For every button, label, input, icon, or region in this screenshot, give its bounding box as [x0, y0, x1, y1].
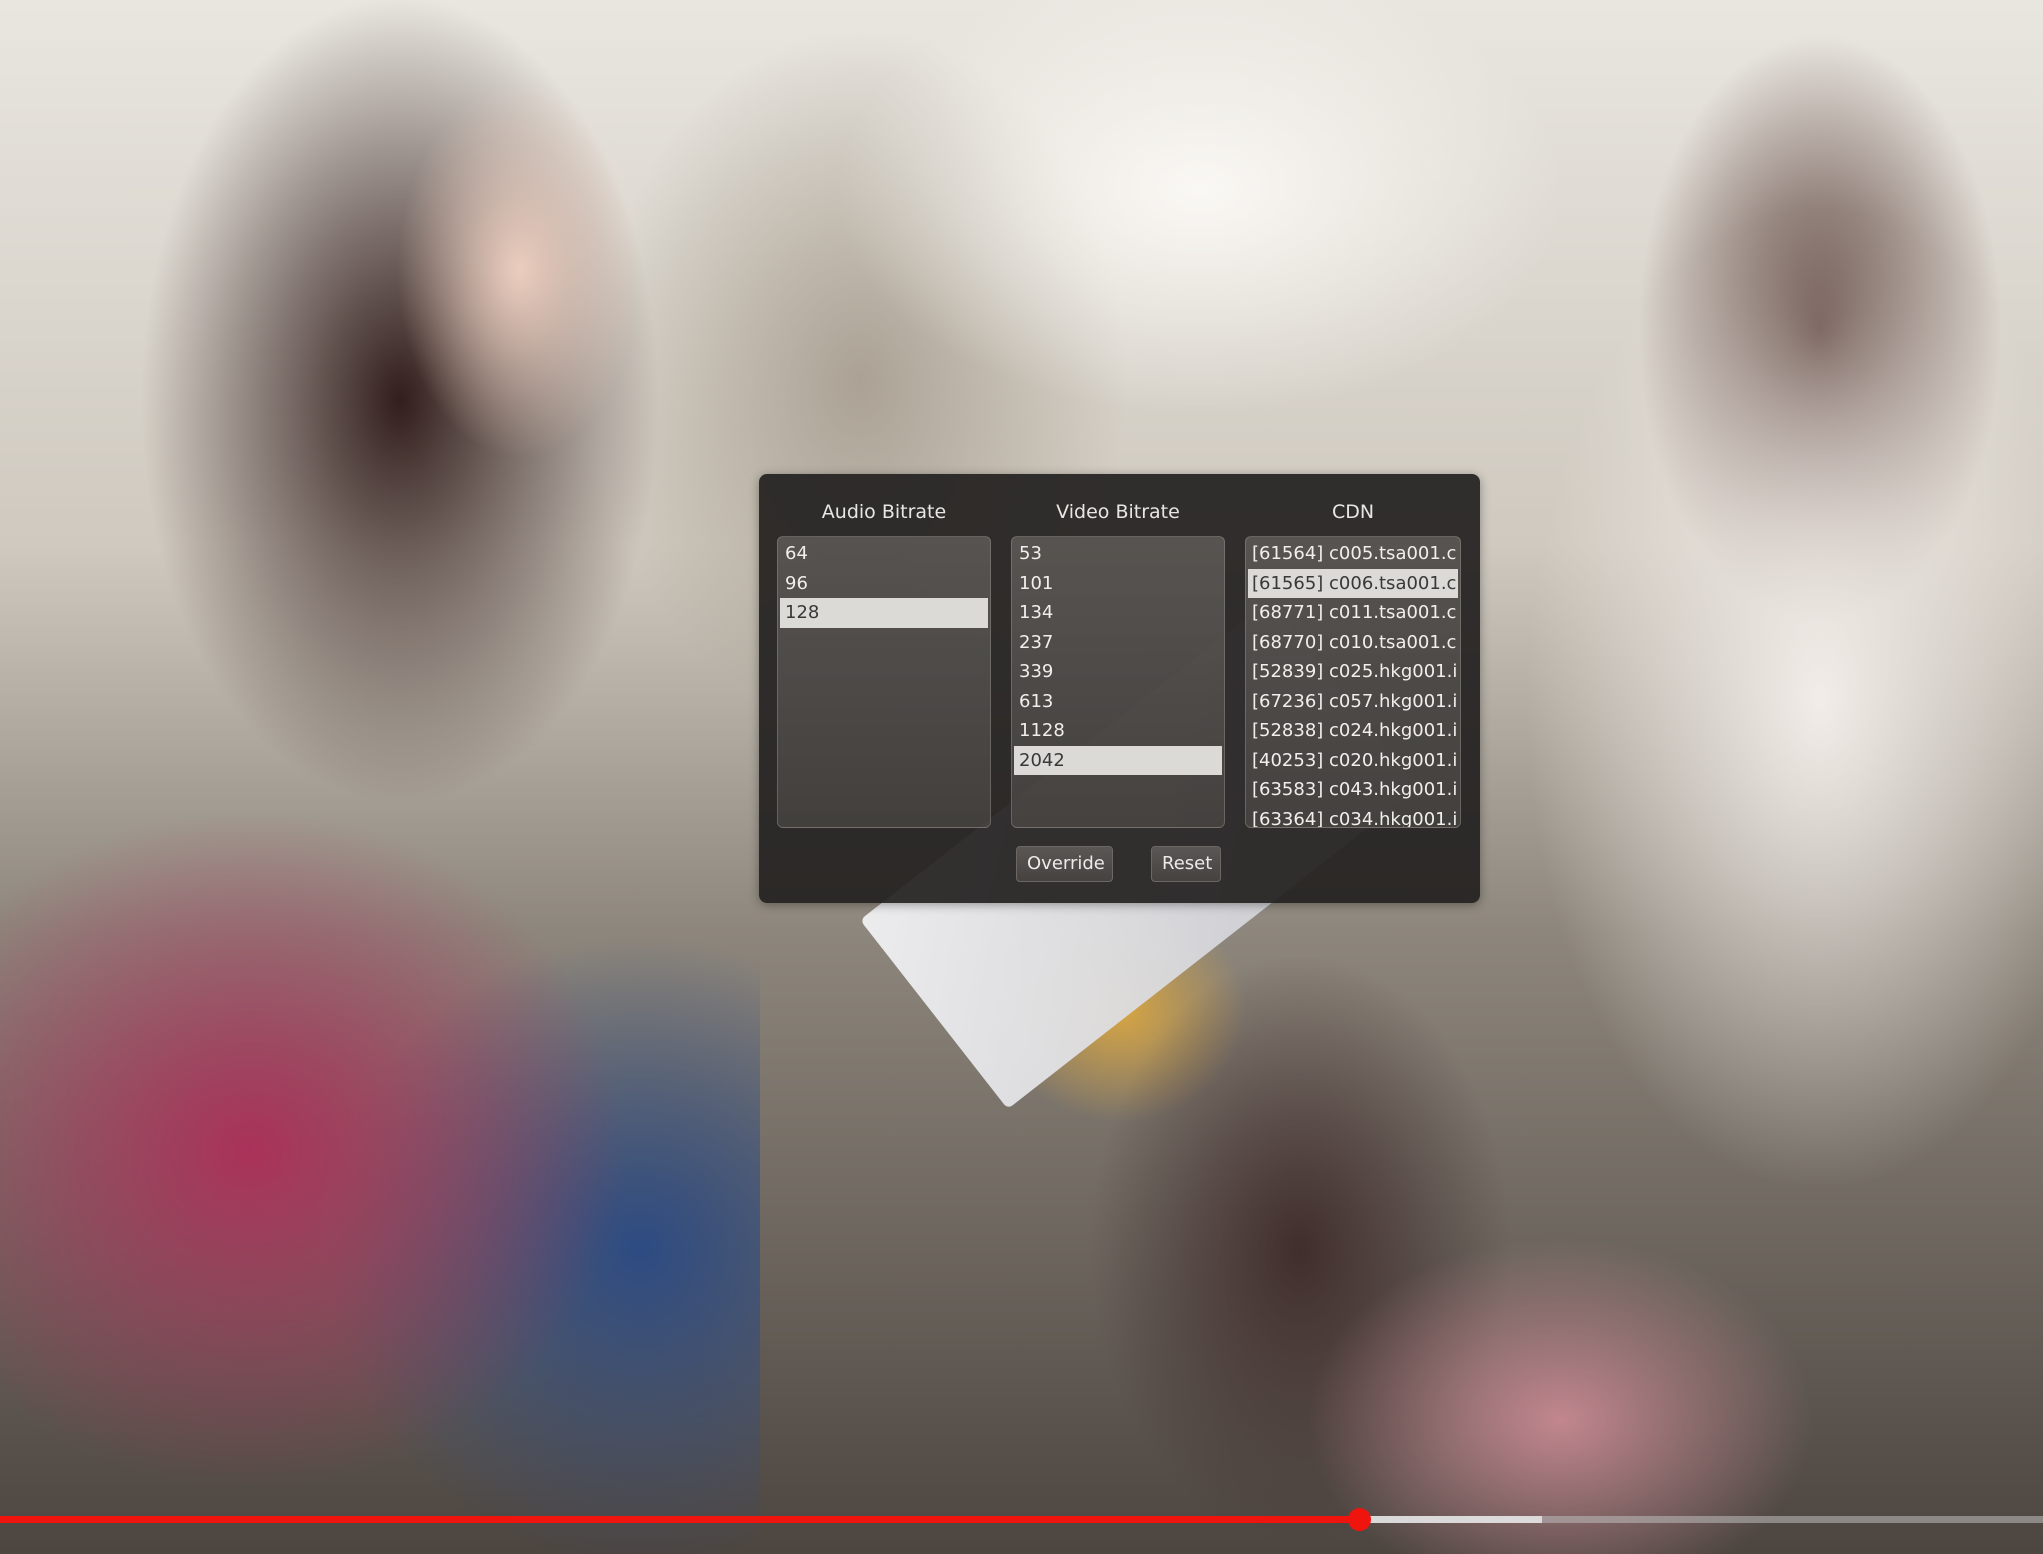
reset-button[interactable]: Reset — [1151, 846, 1221, 882]
cdn-option[interactable]: [63583] c043.hkg001.ix.r — [1248, 775, 1458, 805]
cdn-option[interactable]: [40253] c020.hkg001.ix.r — [1248, 746, 1458, 776]
video-frame-person — [0, 0, 760, 1554]
override-button[interactable]: Override — [1016, 846, 1113, 882]
video-player[interactable]: Audio Bitrate 64 96 128 Video Bitrate 53 10… — [0, 0, 2043, 1554]
audio-bitrate-option[interactable]: 96 — [780, 569, 988, 599]
cdn-option[interactable]: [61565] c006.tsa001.cht. — [1248, 568, 1458, 598]
cdn-option[interactable]: [52838] c024.hkg001.ix.r — [1248, 716, 1458, 746]
video-bitrate-option[interactable]: 237 — [1014, 628, 1222, 658]
cdn-option[interactable]: [52839] c025.hkg001.ix.r — [1248, 657, 1458, 687]
audio-bitrate-option[interactable]: 64 — [780, 539, 988, 569]
video-bitrate-option[interactable]: 613 — [1014, 687, 1222, 717]
video-bitrate-option[interactable]: 53 — [1014, 539, 1222, 569]
audio-bitrate-option[interactable]: 128 — [780, 598, 988, 628]
video-bitrate-option[interactable]: 101 — [1014, 569, 1222, 599]
bitrate-override-panel: Audio Bitrate 64 96 128 Video Bitrate 53 10… — [759, 474, 1480, 903]
audio-bitrate-title: Audio Bitrate — [821, 501, 947, 523]
cdn-option[interactable]: [63364] c034.hkg001.ix.r — [1248, 805, 1458, 828]
progress-scrubber-handle[interactable] — [1347, 1508, 1371, 1531]
cdn-option[interactable]: [61564] c005.tsa001.cht. — [1248, 539, 1458, 569]
cdn-title: CDN — [1331, 501, 1375, 523]
progress-bar[interactable] — [0, 1508, 2043, 1531]
cdn-list[interactable]: [61564] c005.tsa001.cht. [61565] c006.tsa… — [1245, 536, 1461, 828]
progress-played — [0, 1516, 1359, 1523]
cdn-option[interactable]: [68771] c011.tsa001.cht. — [1248, 598, 1458, 628]
audio-bitrate-list[interactable]: 64 96 128 — [777, 536, 991, 828]
cdn-option[interactable]: [67236] c057.hkg001.ix.r — [1248, 687, 1458, 717]
cdn-column: CDN [61564] c005.tsa001.cht. [61565] c006… — [1245, 498, 1461, 828]
video-bitrate-option[interactable]: 134 — [1014, 598, 1222, 628]
video-bitrate-option[interactable]: 1128 — [1014, 716, 1222, 746]
video-bitrate-option[interactable]: 2042 — [1014, 745, 1222, 775]
video-bitrate-title: Video Bitrate — [1056, 501, 1180, 523]
cdn-option[interactable]: [68770] c010.tsa001.cht. — [1248, 628, 1458, 658]
audio-bitrate-column: Audio Bitrate 64 96 128 — [777, 498, 991, 828]
video-bitrate-column: Video Bitrate 53 101 134 237 339 613 1128 2042 — [1011, 498, 1225, 828]
video-bitrate-list[interactable]: 53 101 134 237 339 613 1128 2042 — [1011, 536, 1225, 828]
video-bitrate-option[interactable]: 339 — [1014, 657, 1222, 687]
